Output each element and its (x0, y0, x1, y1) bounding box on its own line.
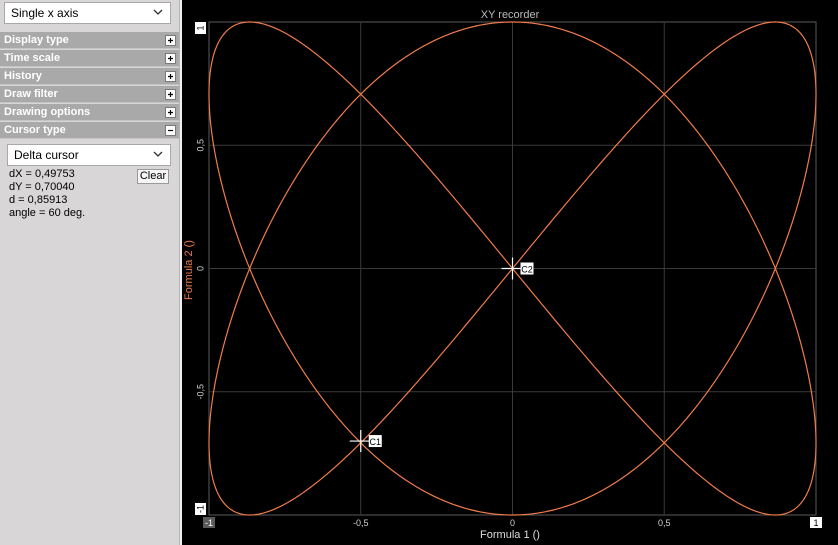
cursor-label: C1 (369, 437, 381, 447)
x-tick-label: -0,5 (353, 518, 369, 528)
chevron-down-icon (153, 9, 163, 15)
y-tick-label: 1 (195, 25, 205, 30)
axis-mode-value: Single x axis (11, 6, 79, 20)
xy-recorder-panel: XY recorder -1 -0,5 0 0,5 1 1 0,5 0 -0,5 -1 C1 C2 F… (182, 0, 838, 545)
x-tick-label: 1 (813, 518, 818, 528)
distance-readout: d = 0,85913 (9, 194, 68, 206)
cursor-type-value: Delta cursor (14, 148, 79, 162)
left-panel: Single x axis Display type Time scale Hi… (0, 0, 180, 545)
x-tick-label: 0,5 (658, 518, 671, 528)
section-display-type[interactable]: Display type (0, 32, 179, 49)
section-label: Drawing options (4, 106, 91, 118)
y-tick-label: -1 (195, 505, 205, 513)
chevron-down-icon (153, 151, 163, 157)
plus-icon[interactable] (165, 35, 176, 46)
section-label: Cursor type (4, 124, 66, 136)
cursor-label: C2 (521, 265, 533, 275)
delta-y-readout: dY = 0,70040 (9, 181, 75, 193)
x-axis-label: Formula 1 () (480, 529, 540, 541)
y-tick-label: 0,5 (195, 139, 205, 152)
clear-button[interactable]: Clear (137, 169, 169, 184)
x-tick-label: 0 (510, 518, 515, 528)
plus-icon[interactable] (165, 89, 176, 100)
section-label: Time scale (4, 52, 61, 64)
angle-readout: angle = 60 deg. (9, 207, 86, 219)
plus-icon[interactable] (165, 53, 176, 64)
y-tick-label: -0,5 (195, 384, 205, 400)
y-axis-label: Formula 2 () (183, 240, 195, 300)
section-label: Display type (4, 34, 69, 46)
xy-plot[interactable]: -1 -0,5 0 0,5 1 1 0,5 0 -0,5 -1 C1 C2 (182, 0, 838, 545)
section-cursor-type[interactable]: Cursor type (0, 122, 179, 139)
plus-icon[interactable] (165, 107, 176, 118)
plus-icon[interactable] (165, 71, 176, 82)
x-tick-label: -1 (205, 518, 213, 528)
section-label: Draw filter (4, 88, 58, 100)
delta-x-readout: dX = 0,49753 (9, 168, 75, 180)
section-history[interactable]: History (0, 68, 179, 85)
minus-icon[interactable] (165, 125, 176, 136)
cursor-type-select[interactable]: Delta cursor (7, 144, 171, 166)
y-tick-label: 0 (195, 266, 205, 271)
axis-mode-select[interactable]: Single x axis (4, 2, 171, 24)
section-label: History (4, 70, 42, 82)
section-draw-filter[interactable]: Draw filter (0, 86, 179, 103)
section-time-scale[interactable]: Time scale (0, 50, 179, 67)
section-drawing-options[interactable]: Drawing options (0, 104, 179, 121)
